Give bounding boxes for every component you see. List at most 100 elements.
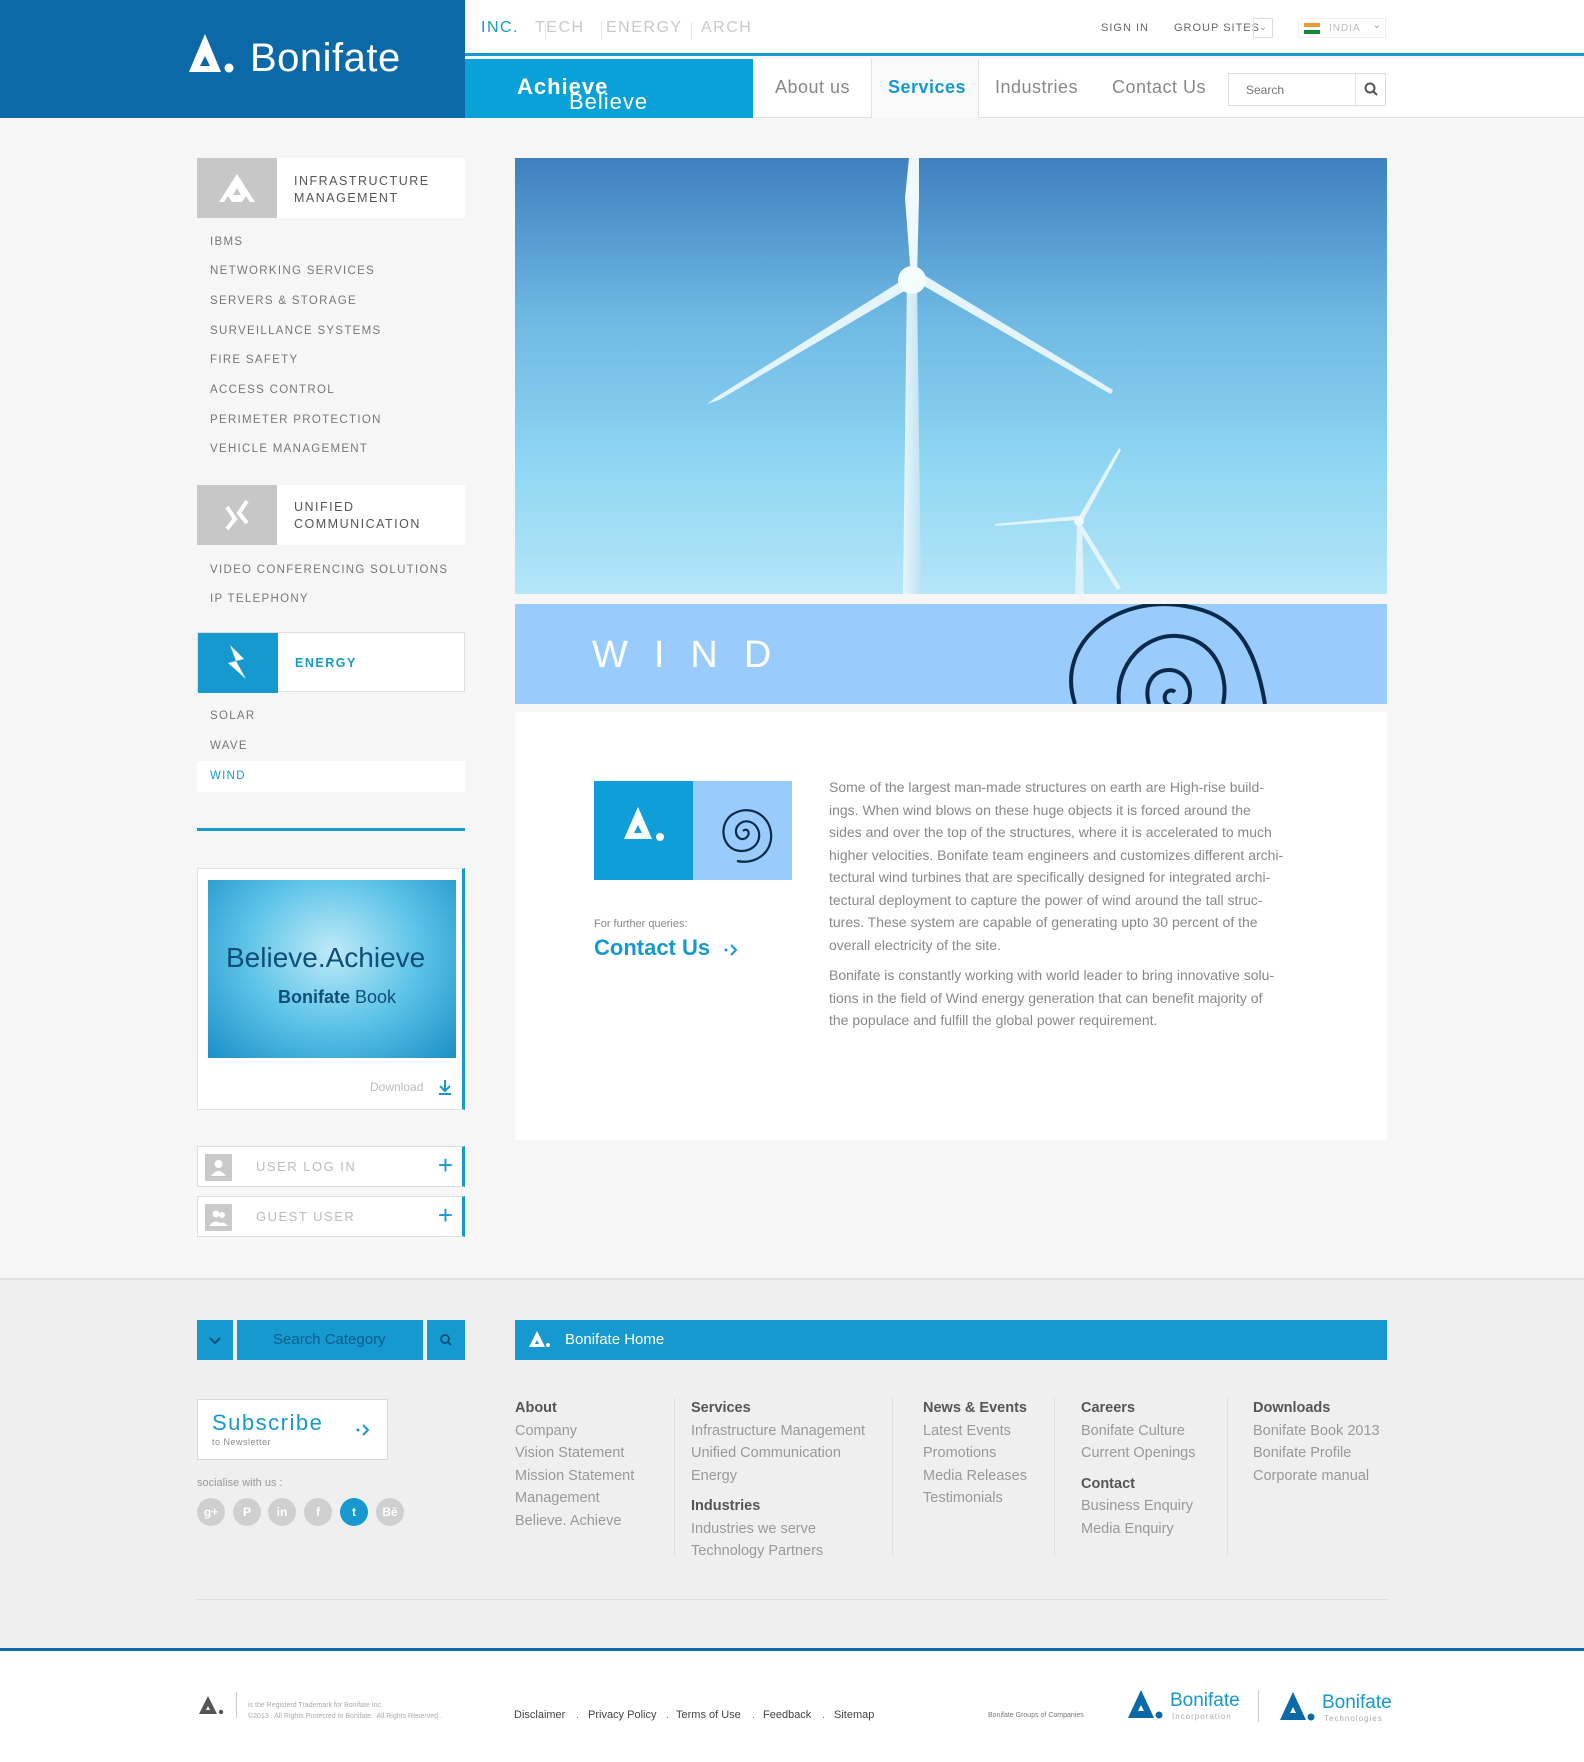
bonifate-logo-icon (529, 1331, 550, 1347)
category-label: ENERGY (295, 656, 357, 670)
paragraph-line: tions in the field of Wind energy genera… (829, 989, 1263, 1006)
sidebar-item-fire-safety[interactable]: FIRE SAFETY (210, 354, 298, 366)
footer-link[interactable]: Management (515, 1487, 634, 1510)
search-input[interactable] (1229, 74, 1357, 105)
lightning-icon (198, 633, 278, 693)
nav-industries[interactable]: Industries (995, 77, 1078, 98)
brand-logo[interactable]: Bonifate (0, 0, 465, 118)
category-unified-communication[interactable]: UNIFIED COMMUNICATION (197, 485, 465, 545)
footer-link[interactable]: Technology Partners (691, 1540, 865, 1563)
sidebar-item-ibms[interactable]: IBMS (210, 236, 243, 248)
subscribe-newsletter-button[interactable]: Subscribe to Newsletter (197, 1399, 388, 1460)
footer-link[interactable]: Believe. Achieve (515, 1510, 634, 1533)
bonifate-book-cover[interactable]: Believe.Achieve Bonifate Book (208, 880, 456, 1058)
footer-link[interactable]: Mission Statement (515, 1465, 634, 1488)
footer-heading: Industries (691, 1498, 761, 1514)
sidebar-item-wave[interactable]: WAVE (210, 740, 248, 752)
pinterest-icon[interactable]: P (233, 1498, 261, 1526)
sidebar-item-surveillance[interactable]: SURVEILLANCE SYSTEMS (210, 325, 382, 337)
site-tab-arch[interactable]: ARCH (701, 19, 752, 37)
content-logo-tile (594, 781, 693, 880)
category-label-line: UNIFIED (294, 500, 355, 514)
wind-turbine-illustration (707, 158, 1121, 594)
download-icon[interactable] (436, 1078, 454, 1096)
footer-column-about: About Company Vision Statement Mission S… (515, 1397, 634, 1532)
guest-user-button[interactable]: GUEST USER + (197, 1196, 465, 1237)
site-tab-inc[interactable]: INC. (481, 19, 519, 37)
group-sites-link[interactable]: GROUP SITES (1174, 22, 1260, 34)
behance-icon[interactable]: Bē (376, 1498, 404, 1526)
sidebar-item-wind[interactable]: WIND (210, 770, 246, 782)
download-link[interactable]: Download (370, 1080, 423, 1094)
disclaimer-link[interactable]: Disclaimer (514, 1709, 565, 1721)
category-label: INFRASTRUCTURE MANAGEMENT (294, 173, 430, 207)
footer-divider (197, 1599, 1387, 1600)
chevron-right-icon[interactable] (722, 940, 742, 960)
wind-banner: WIND (515, 604, 1387, 704)
category-search-button[interactable] (427, 1320, 465, 1360)
feedback-link[interactable]: Feedback (763, 1709, 811, 1721)
bonifate-home-bar[interactable]: Bonifate Home (515, 1320, 1387, 1360)
category-search-input[interactable]: Search Category (237, 1320, 423, 1360)
category-dropdown-button[interactable] (197, 1320, 233, 1360)
footer-link[interactable]: Media Releases (923, 1465, 1027, 1488)
google-plus-icon[interactable]: g+ (197, 1498, 225, 1526)
sidebar-item-ip-telephony[interactable]: IP TELEPHONY (210, 593, 309, 605)
sidebar-item-servers[interactable]: SERVERS & STORAGE (210, 295, 357, 307)
sidebar-item-access-control[interactable]: ACCESS CONTROL (210, 384, 335, 396)
footer-divider (236, 1692, 237, 1718)
footer-link[interactable]: Business Enquiry (1081, 1495, 1195, 1518)
user-login-button[interactable]: USER LOG IN + (197, 1146, 465, 1187)
footer-link[interactable]: Vision Statement (515, 1442, 634, 1465)
site-tab-tech[interactable]: TECH (535, 19, 585, 37)
footer-link[interactable]: Latest Events (923, 1420, 1027, 1443)
privacy-policy-link[interactable]: Privacy Policy (588, 1709, 656, 1721)
footer-link[interactable]: Unified Communication (691, 1442, 865, 1465)
footer-link[interactable]: Company (515, 1420, 634, 1443)
sidebar-item-video-conferencing[interactable]: VIDEO CONFERENCING SOLUTIONS (210, 564, 448, 576)
sidebar-item-perimeter[interactable]: PERIMETER PROTECTION (210, 414, 382, 426)
tab-divider (601, 22, 602, 40)
footer-link[interactable]: Infrastructure Management (691, 1420, 865, 1443)
footer-link[interactable]: Promotions (923, 1442, 1027, 1465)
footer-link[interactable]: Bonifate Book 2013 (1253, 1420, 1380, 1443)
sidebar-item-vehicle[interactable]: VEHICLE MANAGEMENT (210, 443, 368, 455)
sitemap-link[interactable]: Sitemap (834, 1709, 874, 1721)
country-select[interactable]: INDIA ⌄ (1298, 18, 1386, 38)
contact-us-link[interactable]: Contact Us (594, 935, 710, 961)
footer-divider (892, 1398, 893, 1556)
site-tab-energy[interactable]: ENERGY (606, 19, 683, 37)
terms-of-use-link[interactable]: Terms of Use (676, 1709, 741, 1721)
twitter-icon[interactable]: t (340, 1498, 368, 1526)
footer-link[interactable]: Bonifate Profile (1253, 1442, 1380, 1465)
footer-link[interactable]: Industries we serve (691, 1518, 865, 1541)
sign-in-link[interactable]: SIGN IN (1101, 22, 1149, 34)
tab-divider (691, 22, 692, 40)
footer-column-news: News & Events Latest Events Promotions M… (923, 1397, 1027, 1510)
paragraph-line: tectural deployment to capture the power… (829, 891, 1263, 908)
separator: . (752, 1709, 756, 1721)
footer-heading: Contact (1081, 1475, 1135, 1492)
category-infrastructure[interactable]: INFRASTRUCTURE MANAGEMENT (197, 158, 465, 218)
nav-services[interactable]: Services (888, 77, 966, 98)
nav-about-us[interactable]: About us (775, 77, 850, 98)
book-name-rest: Book (355, 987, 397, 1007)
nav-contact-us[interactable]: Contact Us (1112, 77, 1206, 98)
sidebar-item-networking[interactable]: NETWORKING SERVICES (210, 265, 375, 277)
footer-link[interactable]: Bonifate Culture (1081, 1420, 1195, 1443)
footer-link[interactable]: Energy (691, 1465, 865, 1488)
content-paragraph: Some of the largest man-made structures … (829, 776, 1319, 956)
tagline: Believe. Achieve (517, 74, 647, 114)
footer-link[interactable]: Testimonials (923, 1487, 1027, 1510)
chevron-down-icon[interactable]: ⌄ (1253, 18, 1273, 38)
user-icon (205, 1154, 232, 1181)
sidebar-item-solar[interactable]: SOLAR (210, 710, 256, 722)
facebook-icon[interactable]: f (304, 1498, 332, 1526)
search-box (1228, 73, 1386, 106)
search-button[interactable] (1355, 74, 1385, 105)
footer-link[interactable]: Media Enquiry (1081, 1518, 1195, 1541)
linkedin-icon[interactable]: in (268, 1498, 296, 1526)
category-energy[interactable]: ENERGY (197, 632, 465, 693)
footer-link[interactable]: Corporate manual (1253, 1465, 1380, 1488)
footer-link[interactable]: Current Openings (1081, 1442, 1195, 1465)
